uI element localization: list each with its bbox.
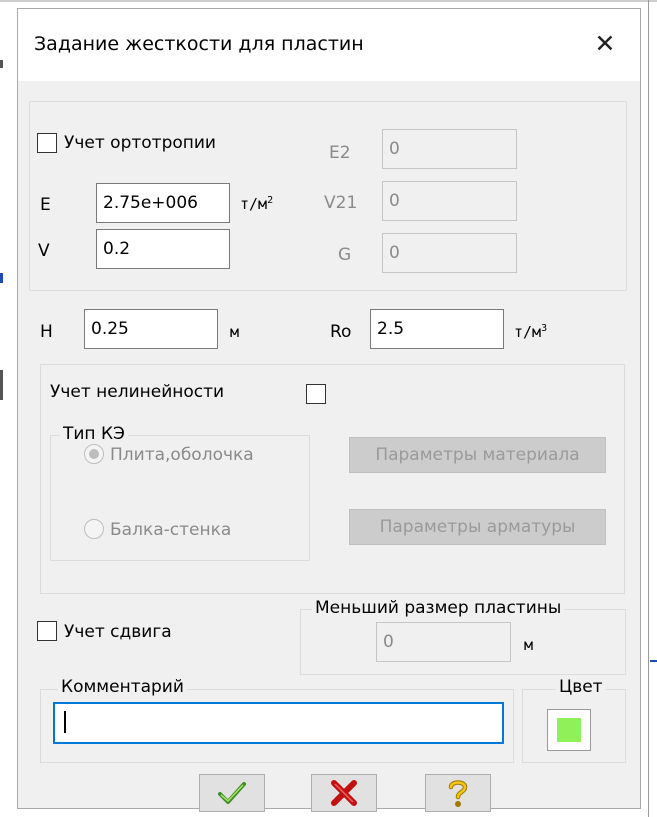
question-mark-icon bbox=[448, 780, 468, 807]
density-field[interactable]: 2.5 bbox=[370, 309, 504, 349]
ro-unit-sup: 3 bbox=[541, 323, 548, 334]
background-window-line bbox=[0, 273, 3, 283]
ok-button[interactable] bbox=[199, 774, 265, 812]
dialog-title: Задание жесткости для пластин bbox=[34, 33, 364, 55]
e2-field: 0 bbox=[382, 129, 517, 169]
radio-plate-shell bbox=[84, 444, 104, 464]
e-unit: т/м2 bbox=[240, 193, 273, 215]
background-window-line bbox=[0, 370, 3, 400]
orthotropy-checkbox[interactable] bbox=[37, 133, 57, 153]
g-label: G bbox=[338, 245, 352, 265]
e-unit-sup: 2 bbox=[267, 195, 274, 206]
material-params-button: Параметры материала bbox=[349, 437, 606, 473]
min-size-title: Меньший размер пластины bbox=[312, 597, 565, 619]
v-label: V bbox=[38, 241, 50, 261]
g-field: 0 bbox=[382, 233, 517, 273]
color-title: Цвет bbox=[556, 676, 606, 698]
nonlinearity-checkbox[interactable] bbox=[306, 384, 326, 404]
background-window-line bbox=[648, 0, 649, 817]
h-unit: м bbox=[230, 323, 240, 341]
e2-label: E2 bbox=[329, 143, 351, 163]
ro-unit-text: т/м bbox=[514, 323, 542, 341]
nonlinearity-label: Учет нелинейности bbox=[50, 382, 225, 402]
rebar-params-button: Параметры арматуры bbox=[349, 509, 606, 545]
background-window-line bbox=[650, 660, 657, 662]
v21-label: V21 bbox=[324, 193, 358, 213]
checkmark-icon bbox=[218, 782, 246, 804]
poisson-field[interactable]: 0.2 bbox=[96, 229, 230, 269]
help-button[interactable] bbox=[425, 774, 491, 812]
cancel-button[interactable] bbox=[311, 774, 377, 812]
radio-deep-beam-label: Балка-стенка bbox=[110, 520, 232, 540]
h-label: H bbox=[40, 322, 53, 342]
thickness-field[interactable]: 0.25 bbox=[84, 309, 218, 349]
shear-checkbox[interactable] bbox=[37, 621, 57, 641]
close-icon[interactable]: ✕ bbox=[582, 21, 628, 67]
ro-unit: т/м3 bbox=[514, 321, 547, 343]
background-window-line bbox=[0, 60, 3, 68]
e-unit-text: т/м bbox=[240, 195, 268, 213]
red-x-icon bbox=[331, 780, 357, 806]
min-size-field: 0 bbox=[376, 622, 511, 662]
fe-type-title: Тип КЭ bbox=[60, 423, 128, 445]
e-label: E bbox=[40, 195, 51, 215]
e-modulus-field[interactable]: 2.75e+006 bbox=[96, 183, 230, 223]
comment-title: Комментарий bbox=[58, 676, 187, 698]
color-swatch-fill bbox=[557, 718, 581, 742]
text-caret bbox=[64, 711, 66, 733]
shear-label: Учет сдвига bbox=[64, 622, 172, 642]
radio-deep-beam bbox=[84, 519, 104, 539]
title-bar: Задание жесткости для пластин ✕ bbox=[18, 9, 640, 81]
radio-plate-shell-label: Плита,оболочка bbox=[110, 445, 254, 465]
plate-stiffness-dialog: Задание жесткости для пластин ✕ Учет орт… bbox=[17, 8, 641, 812]
orthotropy-label: Учет ортотропии bbox=[64, 133, 216, 153]
comment-input[interactable] bbox=[53, 702, 504, 744]
min-size-unit: м bbox=[524, 636, 534, 654]
ro-label: Ro bbox=[330, 322, 352, 342]
color-swatch-button[interactable] bbox=[547, 709, 591, 751]
background-window-line bbox=[0, 0, 657, 2]
v21-field: 0 bbox=[382, 181, 517, 221]
